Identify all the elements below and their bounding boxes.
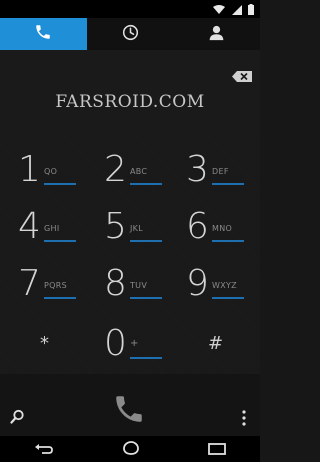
key-digit: 3 (186, 149, 209, 190)
dialer-actions (0, 374, 260, 436)
key-underline (44, 240, 76, 242)
key-digit: 5 (104, 206, 127, 247)
key-8[interactable]: 8 TUV (90, 256, 176, 314)
key-digit: 4 (18, 206, 41, 247)
key-underline (44, 183, 76, 185)
dialpad: 1 QO 2 ABC 3 DEF 4 GHI 5 JKL 6 MNO 7 PQR… (0, 134, 260, 374)
tab-recents[interactable] (87, 18, 174, 50)
phone-icon (34, 23, 52, 45)
key-1[interactable]: 1 QO (4, 142, 90, 200)
back-icon[interactable] (34, 440, 54, 459)
number-display[interactable]: FARSROID.COM (0, 50, 260, 134)
key-0[interactable]: 0 + (90, 316, 176, 374)
key-letters: DEF (212, 167, 229, 176)
tab-contacts[interactable] (173, 18, 260, 50)
clock-icon (122, 24, 139, 45)
wifi-icon (212, 0, 226, 19)
key-5[interactable]: 5 JKL (90, 199, 176, 257)
key-letters: WXYZ (212, 281, 237, 290)
key-letters: PQRS (44, 281, 67, 290)
key-symbol: * (40, 333, 49, 354)
signal-icon (232, 0, 242, 19)
key-digit: 2 (104, 149, 127, 190)
key-letters: JKL (130, 224, 143, 233)
key-6[interactable]: 6 MNO (172, 199, 258, 257)
call-button[interactable] (112, 392, 146, 430)
status-bar (0, 0, 260, 18)
key-underline (212, 297, 244, 299)
key-pound[interactable]: # (172, 316, 258, 374)
key-underline (212, 183, 244, 185)
key-9[interactable]: 9 WXYZ (172, 256, 258, 314)
key-digit: 9 (186, 263, 209, 304)
key-star[interactable]: * (4, 316, 90, 374)
key-digit: 7 (18, 263, 41, 304)
key-3[interactable]: 3 DEF (172, 142, 258, 200)
key-underline (212, 240, 244, 242)
key-letters: + (130, 338, 139, 349)
person-icon (208, 24, 225, 45)
key-digit: 1 (18, 149, 41, 190)
key-2[interactable]: 2 ABC (90, 142, 176, 200)
search-icon[interactable] (10, 409, 25, 428)
key-7[interactable]: 7 PQRS (4, 256, 90, 314)
key-4[interactable]: 4 GHI (4, 199, 90, 257)
key-underline (130, 297, 162, 299)
key-digit: 8 (104, 263, 127, 304)
key-underline (130, 240, 162, 242)
key-underline (130, 183, 162, 185)
key-symbol: # (208, 333, 224, 354)
key-letters: QO (44, 167, 58, 176)
watermark-text: FARSROID.COM (55, 92, 205, 112)
key-letters: GHI (44, 224, 60, 233)
recent-apps-icon[interactable] (208, 440, 227, 459)
key-letters: TUV (130, 281, 148, 290)
key-underline (130, 357, 162, 359)
home-icon[interactable] (121, 440, 141, 459)
navigation-bar (0, 436, 260, 462)
key-letters: MNO (212, 224, 233, 233)
overflow-menu-icon[interactable] (242, 410, 246, 430)
key-underline (44, 297, 76, 299)
battery-icon (248, 0, 254, 19)
key-digit: 0 (104, 323, 127, 364)
backspace-icon[interactable] (232, 67, 252, 86)
tab-dialpad[interactable] (0, 18, 87, 50)
key-letters: ABC (130, 167, 148, 176)
key-digit: 6 (186, 206, 209, 247)
dialer-tabs (0, 18, 260, 50)
